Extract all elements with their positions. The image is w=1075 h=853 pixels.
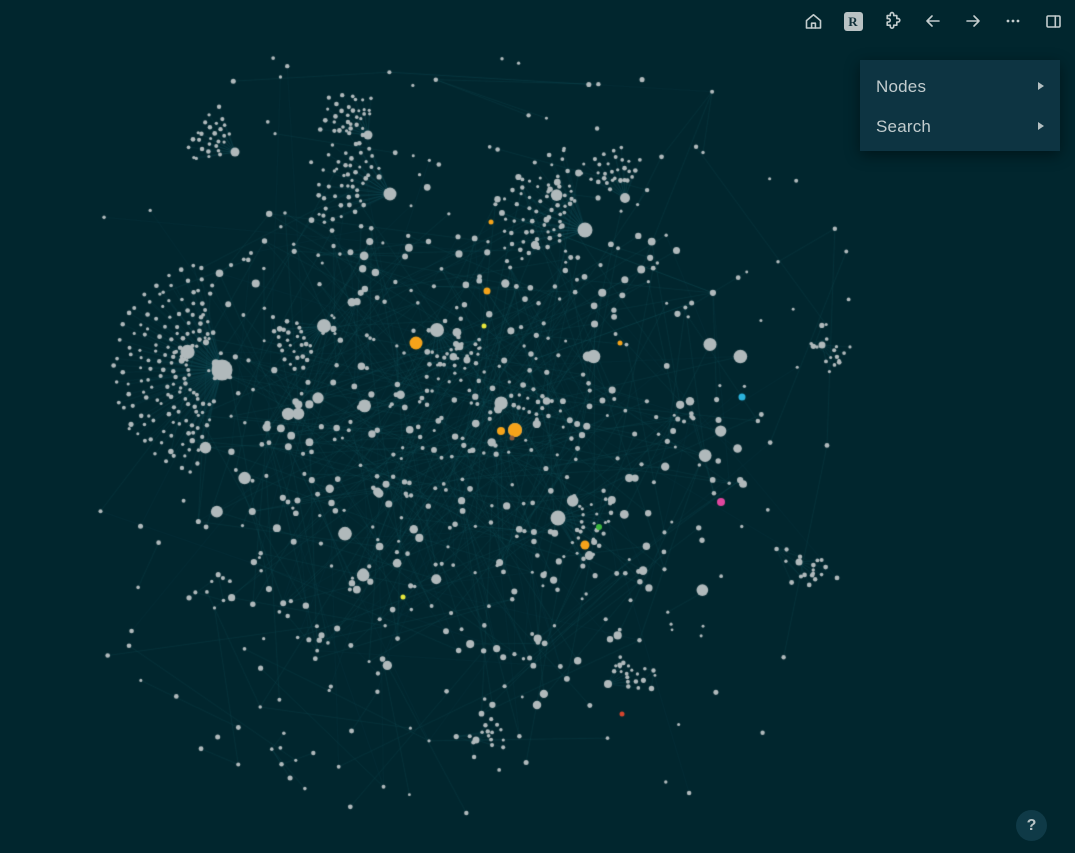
r-logo-icon[interactable]: R (839, 7, 867, 35)
context-menu: Nodes Search (860, 60, 1060, 151)
forward-arrow-icon[interactable] (959, 7, 987, 35)
home-icon[interactable] (799, 7, 827, 35)
chevron-right-icon (1038, 82, 1044, 90)
help-button[interactable]: ? (1016, 810, 1047, 841)
extension-puzzle-icon[interactable] (879, 7, 907, 35)
r-badge-label: R (843, 11, 863, 31)
chevron-right-icon (1038, 122, 1044, 130)
toggle-sidebar-icon[interactable] (1039, 7, 1067, 35)
top-toolbar: R (799, 0, 1075, 42)
help-button-label: ? (1026, 816, 1037, 834)
back-arrow-icon[interactable] (919, 7, 947, 35)
menu-item-nodes[interactable]: Nodes (860, 66, 1060, 106)
menu-item-search[interactable]: Search (860, 106, 1060, 146)
menu-item-nodes-label: Nodes (876, 76, 927, 96)
menu-item-search-label: Search (876, 116, 932, 136)
more-options-icon[interactable] (999, 7, 1027, 35)
